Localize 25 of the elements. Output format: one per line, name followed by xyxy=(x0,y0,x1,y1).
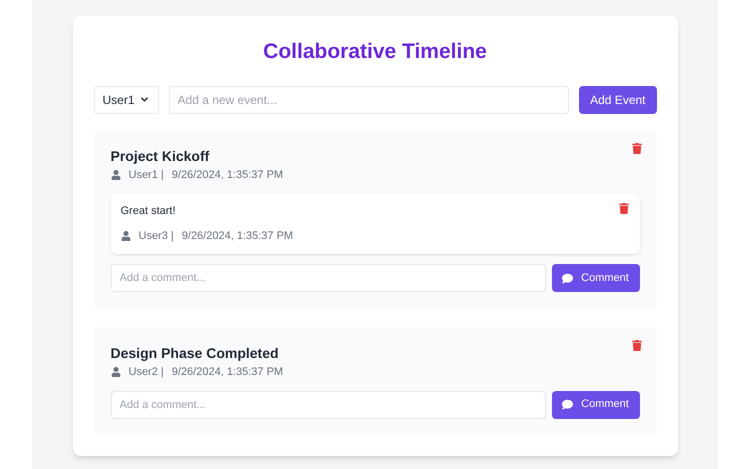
speech-bubble-icon xyxy=(562,272,574,284)
timestamp: 9/26/2024, 1:35:37 PM xyxy=(172,168,284,182)
user-select[interactable]: User1 xyxy=(94,86,159,114)
speech-bubble-icon xyxy=(562,399,574,410)
add-event-button[interactable]: Add Event xyxy=(579,86,656,114)
comment-input-field[interactable]: Add a comment... xyxy=(110,264,546,292)
event-input-field[interactable]: Add a new event... xyxy=(168,86,570,114)
event-title: Design Phase Completed xyxy=(110,344,280,363)
timestamp: 9/26/2024, 1:35:37 PM xyxy=(182,228,294,244)
delete-icon[interactable] xyxy=(632,340,642,351)
user-icon xyxy=(110,170,120,180)
author-name: User2 | xyxy=(128,365,164,380)
comment-button[interactable]: Comment xyxy=(552,390,640,418)
delete-icon[interactable] xyxy=(632,142,642,154)
comment-button[interactable]: Comment xyxy=(552,264,640,292)
page-title: Collaborative Timeline xyxy=(262,39,488,65)
timestamp: 9/26/2024, 1:35:37 PM xyxy=(172,365,284,380)
comment-input-field[interactable]: Add a comment... xyxy=(110,390,546,418)
author-name: User3 | xyxy=(138,228,174,244)
author-name: User1 | xyxy=(128,168,164,182)
user-icon xyxy=(120,230,130,241)
comment-text: Great start! xyxy=(120,204,177,219)
event-title: Project Kickoff xyxy=(110,146,210,166)
user-icon xyxy=(110,367,120,378)
delete-icon[interactable] xyxy=(618,203,628,214)
